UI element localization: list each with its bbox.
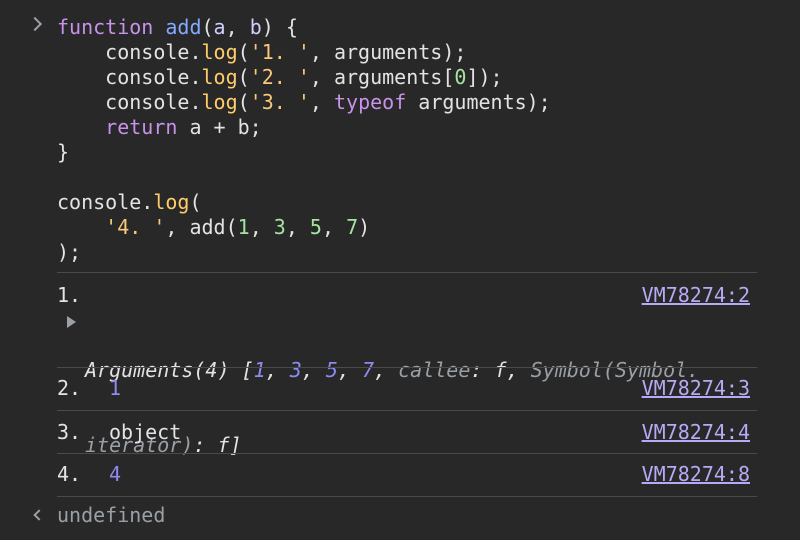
- log-entry-2: 2. 1 VM78274:3: [57, 376, 757, 401]
- log-value: 1: [109, 376, 122, 400]
- devtools-console: function add(a, b) { console.log('1. ', …: [0, 0, 800, 540]
- code-line: console.log(: [57, 190, 551, 215]
- code-token: (: [189, 190, 202, 214]
- code-token: ,: [249, 215, 274, 239]
- code-token: b: [249, 15, 262, 39]
- code-token: log: [201, 65, 238, 89]
- source-link[interactable]: VM78274:2: [642, 283, 750, 308]
- source-link[interactable]: VM78274:3: [642, 376, 750, 401]
- code-input[interactable]: function add(a, b) { console.log('1. ', …: [57, 15, 551, 265]
- code-token: a + b;: [177, 115, 262, 139]
- log-value: object: [109, 420, 182, 444]
- code-token: }: [57, 140, 70, 164]
- code-token: 5: [309, 215, 322, 239]
- code-token: 0: [454, 65, 467, 89]
- code-token: a: [213, 15, 226, 39]
- code-token: ,: [321, 215, 347, 239]
- code-line: '4. ', add(1, 3, 5, 7): [57, 215, 551, 240]
- code-token: console.: [57, 90, 202, 114]
- log-entry-1: 1. VM78274:2 Arguments(4) [1, 3, 5, 7, c…: [57, 283, 757, 457]
- log-value: 4: [109, 462, 122, 486]
- code-token: typeof: [333, 90, 407, 114]
- code-token: return: [105, 115, 178, 139]
- expand-triangle-icon[interactable]: [67, 316, 76, 328]
- log-index: 2.: [57, 376, 82, 400]
- code-token: add: [165, 15, 202, 39]
- code-token: '4. ': [105, 215, 166, 239]
- code-token: , arguments);: [309, 40, 467, 64]
- code-line: }: [57, 140, 551, 165]
- code-token: ) {: [261, 15, 298, 39]
- code-token: '2. ': [249, 65, 310, 89]
- code-token: 7: [346, 215, 359, 239]
- code-token: , arguments[: [309, 65, 455, 89]
- result-value: undefined: [57, 503, 166, 527]
- log-entry-3: 3. object VM78274:4: [57, 420, 757, 445]
- code-token: ,: [285, 215, 310, 239]
- code-token: ): [358, 215, 371, 239]
- code-line: console.log('1. ', arguments);: [57, 40, 551, 65]
- code-line: return a + b;: [57, 115, 551, 140]
- log-index: 4.: [57, 462, 82, 486]
- code-token: '3. ': [249, 90, 310, 114]
- log-entry-4: 4. 4 VM78274:8: [57, 462, 757, 487]
- code-token: console.: [57, 190, 154, 214]
- code-token: (: [237, 90, 250, 114]
- code-token: function: [57, 15, 154, 39]
- code-line: );: [57, 240, 551, 265]
- log-index: 1.: [57, 283, 82, 307]
- result-return-arrow-icon: [33, 509, 45, 521]
- code-line: console.log('3. ', typeof arguments);: [57, 90, 551, 115]
- code-token: log: [201, 40, 238, 64]
- code-token: log: [153, 190, 190, 214]
- source-link[interactable]: VM78274:4: [642, 420, 750, 445]
- code-token: ,: [309, 90, 334, 114]
- source-link[interactable]: VM78274:8: [642, 462, 750, 487]
- code-token: '1. ': [249, 40, 310, 64]
- code-line: function add(a, b) {: [57, 15, 551, 40]
- code-token: arguments);: [406, 90, 551, 114]
- code-token: console.: [57, 65, 202, 89]
- divider: [57, 272, 757, 273]
- code-token: (: [201, 15, 214, 39]
- code-token: 3: [273, 215, 286, 239]
- code-token: );: [57, 240, 82, 264]
- code-token: 1: [237, 215, 250, 239]
- code-token: log: [201, 90, 238, 114]
- code-token: console.: [57, 40, 202, 64]
- code-token: (: [237, 40, 250, 64]
- code-line: console.log('2. ', arguments[0]);: [57, 65, 551, 90]
- divider: [57, 410, 757, 411]
- divider: [57, 453, 757, 454]
- input-prompt-chevron-icon: [27, 16, 43, 32]
- code-token: , add(: [165, 215, 238, 239]
- code-token: ]);: [466, 65, 503, 89]
- code-token: (: [237, 65, 250, 89]
- code-token: ,: [225, 15, 250, 39]
- divider: [57, 496, 757, 497]
- log-index: 3.: [57, 420, 82, 444]
- divider: [57, 367, 757, 368]
